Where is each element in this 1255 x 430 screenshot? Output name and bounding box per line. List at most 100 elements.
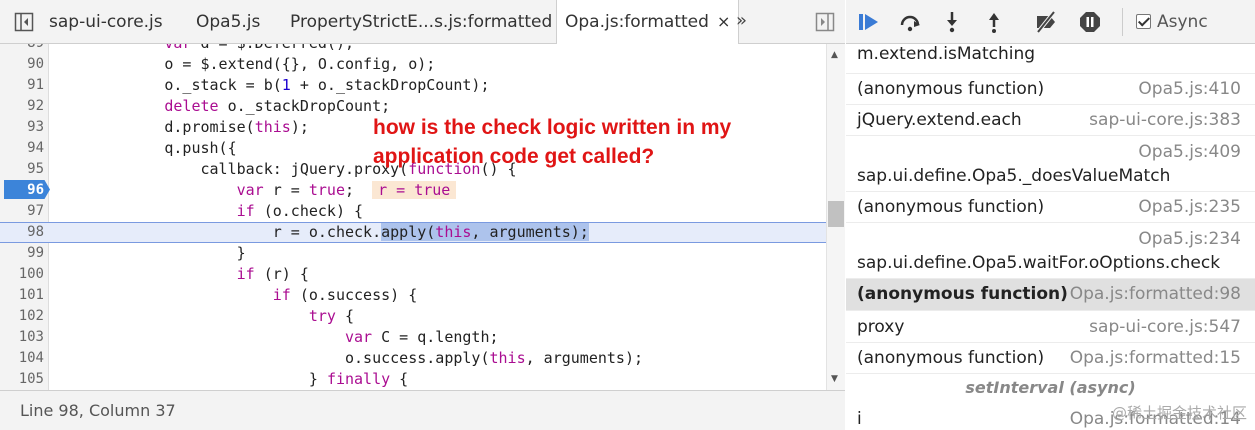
resume-icon[interactable] [856,10,880,34]
code-text: var d = $.Deferred(); [56,44,354,54]
code-text: if (o.check) { [236,202,364,220]
code-text: d.promise(this); [56,118,309,136]
toolbar-divider [1122,8,1123,36]
breakpoint-marker[interactable]: 96 [4,180,50,199]
frame-location: Opa5.js:235 [1138,197,1241,217]
frame-location: Opa.js:formatted:98 [1069,284,1241,304]
frame-function: (anonymous function) [857,79,1045,99]
line-number[interactable]: 95 [0,159,44,180]
code-text: o.success.apply(this, arguments); [56,349,644,367]
step-out-icon[interactable] [982,10,1006,34]
line-number[interactable]: 101 [0,285,44,306]
call-frame[interactable]: jQuery.extend.each sap-ui-core.js:383 [846,105,1255,136]
toggle-debugger-icon[interactable] [815,12,835,32]
async-label: Async [1157,12,1208,32]
code-editor[interactable]: 89 var d = $.Deferred(); 90 o = $.extend… [0,44,845,390]
code-line[interactable]: 99 } [0,243,826,264]
call-frame[interactable]: Opa5.js:409 sap.ui.define.Opa5._doesValue… [846,136,1255,192]
code-text: if (r) { [236,265,309,283]
tab-opa-formatted[interactable]: Opa.js:formatted × [556,0,740,45]
frame-function: jQuery.extend.each [857,110,1022,130]
inline-value: r = true [372,181,457,199]
frame-function: i [857,409,862,429]
code-text: var r = true; r = true [56,180,457,201]
code-line-current-execution[interactable]: 98 r = o.check.apply(this, arguments); [0,222,826,243]
call-frame[interactable]: (anonymous function) Opa5.js:410 [846,74,1255,105]
code-line[interactable]: 102 try { [0,306,826,327]
tab-label: sap-ui-core.js [49,12,163,32]
deactivate-breakpoints-icon[interactable] [1034,10,1058,34]
async-boundary-label: setInterval (async) [965,378,1136,397]
code-line[interactable]: 103 var C = q.length; [0,327,826,348]
checkbox-checked-icon[interactable] [1136,14,1151,29]
tab-opa5[interactable]: Opa5.js [196,0,260,44]
line-number[interactable]: 104 [0,348,44,369]
tab-sap-ui-core[interactable]: sap-ui-core.js [49,0,163,44]
code-line[interactable]: 100 if (r) { [0,264,826,285]
step-into-icon[interactable] [940,10,964,34]
line-number[interactable]: 97 [0,201,44,222]
line-number[interactable]: 105 [0,369,44,390]
frame-location: sap-ui-core.js:383 [1089,110,1241,130]
code-text: } [56,244,246,262]
frame-function: sap.ui.define.Opa5.waitFor.oOptions.chec… [857,253,1221,273]
line-number[interactable]: 91 [0,75,44,96]
frame-function: (anonymous function) [857,348,1045,368]
editor-scrollbar[interactable]: ▲ ▼ [826,44,845,390]
tab-label: Opa5.js [196,12,261,32]
step-over-icon[interactable] [898,10,922,34]
code-text: if (o.success) { [272,286,418,304]
line-number[interactable]: 99 [0,243,44,264]
line-number: 96 [27,182,44,198]
scroll-down-icon[interactable]: ▼ [831,374,838,384]
tab-property-strict-equals[interactable]: PropertyStrictE...s.js:formatted [290,0,552,44]
code-line[interactable]: 105 } finally { [0,369,826,390]
line-number[interactable]: 92 [0,96,44,117]
call-frame[interactable]: (anonymous function) Opa5.js:235 [846,192,1255,223]
code-text: o = $.extend({}, O.config, o); [56,55,436,73]
line-number[interactable]: 94 [0,138,44,159]
code-line[interactable]: 89 var d = $.Deferred(); [0,44,826,54]
code-line[interactable]: 91 o._stack = b(1 + o._stackDropCount); [0,75,826,96]
call-frame[interactable]: Opa5.js:234 sap.ui.define.Opa5.waitFor.oO… [846,223,1255,279]
scrollbar-thumb[interactable] [828,201,844,227]
code-text: r = o.check.apply(this, arguments); [56,223,589,241]
line-number[interactable]: 102 [0,306,44,327]
tab-label: PropertyStrictE...s.js:formatted [290,12,553,32]
code-line[interactable]: 90 o = $.extend({}, O.config, o); [0,54,826,75]
line-number[interactable]: 90 [0,54,44,75]
line-number[interactable]: 89 [0,44,44,54]
frame-function: m.extend.isMatching [857,45,1036,64]
scroll-up-icon[interactable]: ▲ [831,50,838,60]
call-frame-selected[interactable]: (anonymous function) Opa.js:formatted:98 [846,279,1255,311]
sources-panel: sap-ui-core.js Opa5.js PropertyStrictE..… [0,0,845,430]
cursor-position-status: Line 98, Column 37 [0,390,845,430]
code-line[interactable]: 101 if (o.success) { [0,285,826,306]
annotation-text: how is the check logic written in my app… [373,116,732,168]
call-frame[interactable]: (anonymous function) Opa.js:formatted:15 [846,343,1255,374]
code-line[interactable]: 104 o.success.apply(this, arguments); [0,348,826,369]
call-frame[interactable]: m.extend.isMatching [846,45,1255,74]
pause-on-exceptions-icon[interactable] [1078,10,1102,34]
code-text: var C = q.length; [344,328,499,346]
line-number[interactable]: 98 [0,223,44,242]
code-line-breakpoint[interactable]: 96 var r = true; r = true [0,180,826,201]
frame-function: (anonymous function) [857,197,1045,217]
tabs-overflow-button[interactable]: » [736,0,747,44]
code-line[interactable]: 97 if (o.check) { [0,201,826,222]
close-tab-icon[interactable]: × [717,12,730,31]
code-text: try { [308,307,355,325]
frame-location: Opa.js:formatted:15 [1069,348,1241,368]
async-checkbox[interactable]: Async [1136,0,1208,44]
code-text: } finally { [56,370,409,388]
line-number[interactable]: 93 [0,117,44,138]
frame-function: sap.ui.define.Opa5._doesValueMatch [857,166,1171,186]
editor-tab-bar: sap-ui-core.js Opa5.js PropertyStrictE..… [0,0,845,45]
call-stack-list: m.extend.isMatching (anonymous function)… [846,45,1255,430]
call-frame[interactable]: proxy sap-ui-core.js:547 [846,311,1255,343]
line-number[interactable]: 100 [0,264,44,285]
frame-location: sap-ui-core.js:547 [1089,317,1241,337]
toggle-navigator-icon[interactable] [14,12,34,32]
line-number[interactable]: 103 [0,327,44,348]
code-text: delete o._stackDropCount; [164,97,391,115]
